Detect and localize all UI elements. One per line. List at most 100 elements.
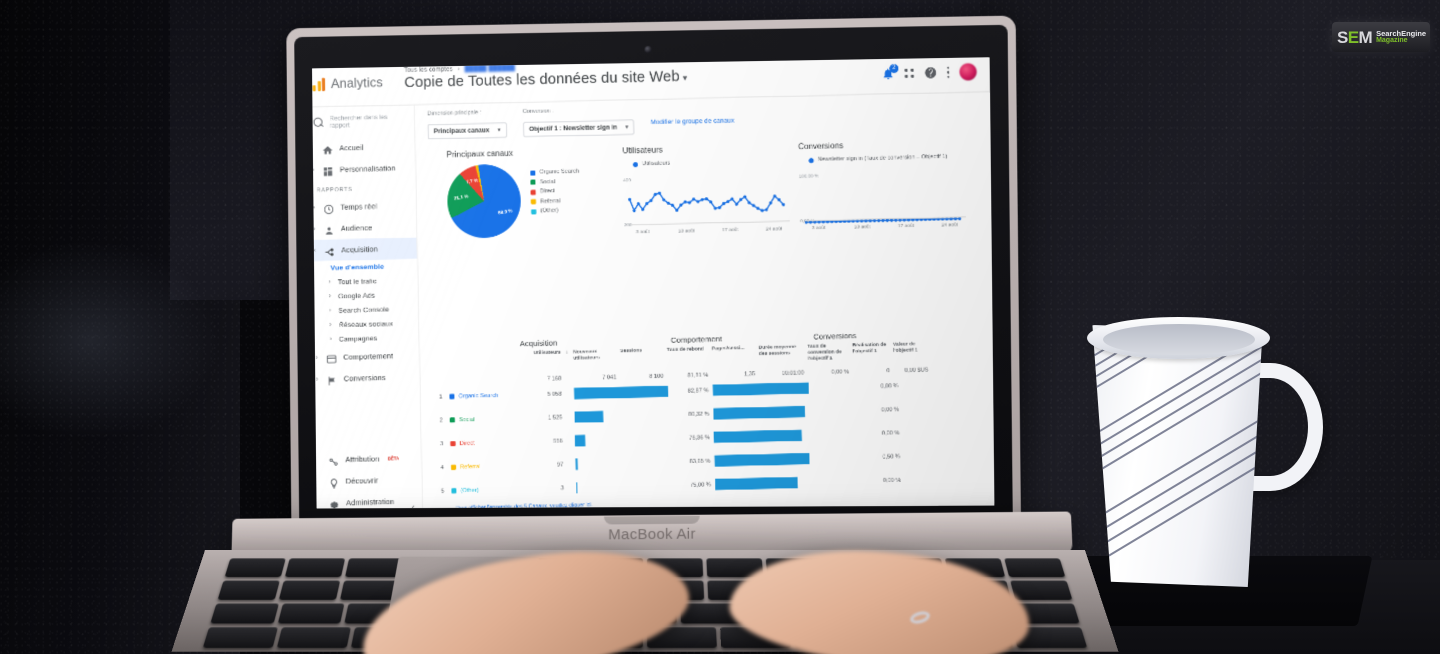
analytics-logo[interactable]: Analytics: [312, 65, 398, 92]
pie-legend-item[interactable]: Social: [530, 178, 579, 185]
sidebar-arrow[interactable]: ›: [314, 355, 320, 361]
legend-swatch: [530, 189, 536, 195]
mug-stripes: [1092, 340, 1263, 587]
sidebar-item-comportement[interactable]: › Comportement: [312, 345, 419, 369]
conversions-line-chart[interactable]: 100,00 %0,00 %3 août10 août17 août24 aoû…: [799, 166, 968, 233]
sidebar-arrow[interactable]: ›: [312, 205, 317, 211]
sidebar-item-temps-reel[interactable]: › Temps réel: [312, 195, 416, 219]
watermark-logo: SEM SearchEngine Magazine: [1332, 22, 1430, 52]
mug-interior: [1103, 324, 1255, 355]
sidebar-arrow[interactable]: ›: [327, 293, 333, 300]
row-channel[interactable]: 5 (Other): [433, 486, 523, 495]
sidebar-item-acquisition[interactable]: ‹ Acquisition: [312, 237, 417, 262]
users-chart-card: Utilisateurs Utilisateurs 400 200 3 août 10…: [622, 142, 792, 236]
sidebar-arrow[interactable]: ›: [312, 167, 316, 173]
sidebar-arrow[interactable]: ›: [327, 308, 333, 314]
row-channel[interactable]: 3 Direct: [432, 439, 522, 447]
col-header-nouveaux-utilisateurs[interactable]: Nouveaux utilisateurs: [573, 349, 620, 369]
key[interactable]: [284, 558, 346, 578]
col-header-pages-session[interactable]: Pages/sessi...: [712, 346, 759, 366]
total-goal-value: 0,00 $US: [904, 367, 929, 375]
conversion-select[interactable]: Objectif 1 : Newsletter sign in ▾: [522, 119, 635, 138]
cell-new-users-bar: [573, 386, 669, 400]
edit-channel-group-link[interactable]: Modifier le groupe de canaux: [650, 104, 735, 126]
row-rank: 1: [439, 394, 443, 401]
col-header-duree-moyenne[interactable]: Durée moyenne des sessions: [759, 345, 808, 365]
row-channel[interactable]: 4 Referral: [432, 463, 522, 471]
breadcrumb-property[interactable]: █████ ██████: [465, 65, 516, 72]
sidebar-subitem-label: Tout le trafic: [337, 277, 377, 286]
pie-legend-item[interactable]: Referral: [530, 197, 580, 205]
avatar[interactable]: [959, 63, 977, 81]
cell-new-users-bar: [576, 480, 670, 494]
bar: [574, 435, 586, 447]
key[interactable]: [202, 627, 278, 648]
col-header-taux-conversion[interactable]: Taux de conversion de l'objectif 1: [807, 344, 852, 364]
sidebar: Rechercher dans les rapport Accueil › Pe…: [312, 105, 424, 509]
key[interactable]: [277, 603, 345, 624]
dimension-caption: Dimension principale :: [427, 109, 482, 118]
key[interactable]: [210, 603, 279, 624]
sidebar-item-audience[interactable]: › Audience: [312, 216, 416, 240]
users-line-chart[interactable]: 400 200 3 août 10 août 17 août 24 août: [623, 170, 792, 237]
analytics-bars-icon: [312, 77, 325, 91]
sidebar-item-accueil[interactable]: Accueil: [312, 136, 415, 160]
pie-legend-item[interactable]: Direct: [530, 188, 580, 195]
bar: [573, 386, 669, 400]
breadcrumb-account[interactable]: Tous les comptes: [404, 67, 453, 74]
cell-bounce-bar: [715, 477, 811, 491]
pie-slice-label: 21,1 %: [453, 193, 469, 202]
row-rank: 5: [441, 488, 445, 495]
pie-slice-label: 69,9 %: [497, 208, 513, 216]
search-input[interactable]: Rechercher dans les rapport: [312, 109, 414, 138]
bar: [713, 406, 806, 420]
row-channel[interactable]: 2 Social: [431, 416, 521, 424]
sidebar-arrow[interactable]: ›: [328, 336, 334, 342]
key[interactable]: [278, 580, 341, 600]
sidebar-item-decouvrir[interactable]: Découvrir: [312, 469, 422, 493]
help-icon[interactable]: [923, 66, 937, 79]
row-channel[interactable]: 1 Organic Search: [431, 392, 521, 401]
col-header-realisation-objectif[interactable]: Réalisation de l'objectif 1: [852, 343, 893, 363]
key[interactable]: [1004, 558, 1066, 578]
sidebar-item-personnalisation[interactable]: › Personnalisation: [312, 157, 415, 181]
key[interactable]: [1009, 580, 1073, 600]
apps-grid-icon[interactable]: [904, 68, 914, 78]
pie-chart[interactable]: 69,9 % 21,1 % 7,7 %: [442, 159, 527, 244]
collapse-sidebar-button[interactable]: ‹: [412, 502, 415, 509]
clock-icon: [323, 202, 334, 215]
x-axis-tick: 17 août: [897, 223, 915, 230]
coffee-mug: [1085, 315, 1325, 590]
col-header-taux-de-rebond[interactable]: Taux de rebond: [667, 347, 712, 367]
sidebar-item-attribution[interactable]: Attribution BÊTA: [312, 447, 421, 471]
col-header-valeur-objectif[interactable]: Valeur de l'objectif 1: [893, 342, 932, 362]
key[interactable]: [217, 580, 280, 600]
sidebar-arrow[interactable]: ‹: [312, 247, 318, 253]
sidebar-arrow[interactable]: ›: [314, 376, 320, 382]
total-avg-duration: 00:01:00: [781, 370, 805, 378]
notifications-bell-icon[interactable]: 2: [881, 63, 899, 80]
key[interactable]: [276, 627, 351, 648]
legend-label: Direct: [539, 188, 555, 195]
sidebar-arrow[interactable]: ›: [327, 322, 333, 328]
col-header-utilisateurs[interactable]: Utilisateurs: [520, 350, 565, 370]
pie-legend-item[interactable]: Organic Search: [530, 169, 579, 176]
more-options-icon[interactable]: [946, 66, 950, 79]
sidebar-arrow[interactable]: ›: [312, 226, 317, 232]
legend-label: Social: [539, 178, 556, 186]
sidebar-arrow[interactable]: ›: [327, 279, 333, 285]
chevron-down-icon[interactable]: ▾: [683, 73, 688, 83]
sidebar-subitem-label: Réseaux sociaux: [338, 320, 394, 329]
col-header-sessions[interactable]: Sessions: [620, 348, 667, 368]
table-footer-note[interactable]: Pour afficher l'ensemble des 5 Canaux, v…: [456, 502, 620, 509]
sidebar-item-conversions[interactable]: › Conversions: [312, 366, 419, 390]
sem-words: SearchEngine Magazine: [1376, 29, 1426, 45]
pie-legend-item[interactable]: (Other): [531, 207, 580, 214]
key[interactable]: [224, 558, 286, 578]
dimension-value: Principaux canaux: [433, 126, 490, 136]
dimension-select[interactable]: Principaux canaux ▾: [427, 122, 507, 140]
sidebar-item-administration[interactable]: Administration: [312, 490, 422, 509]
search-placeholder: Rechercher dans les rapport: [329, 113, 388, 130]
cell-conversion-rate: 0,00 %: [881, 406, 900, 414]
conversions-legend: Newsletter sign in (Taux de conversion –…: [808, 154, 966, 165]
